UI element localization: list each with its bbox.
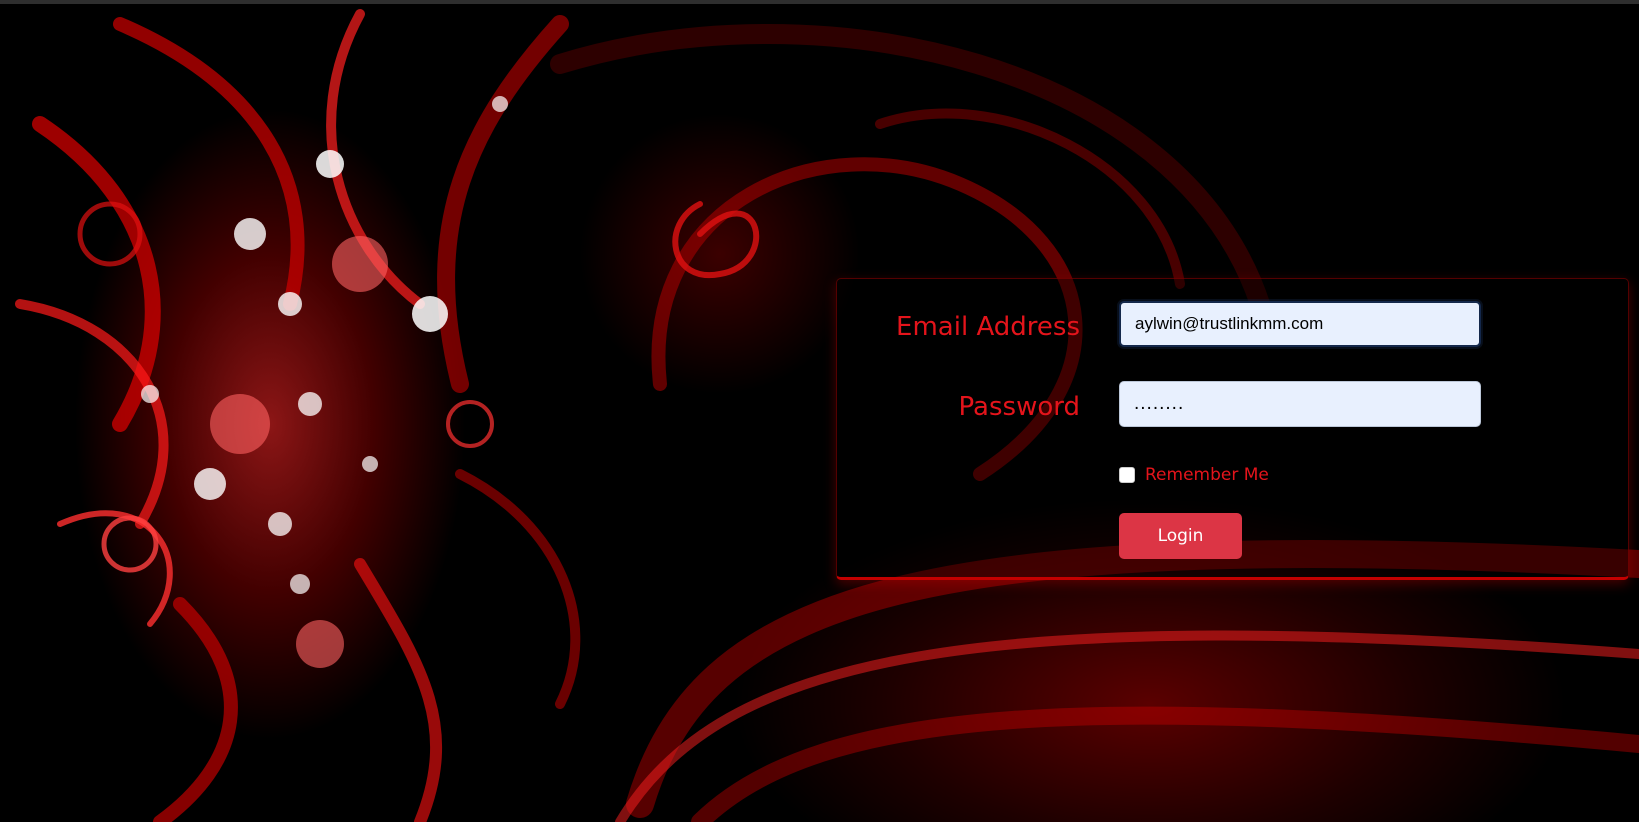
login-button[interactable]: Login: [1119, 513, 1242, 559]
remember-me-label[interactable]: Remember Me: [1145, 465, 1269, 485]
remember-me-checkbox[interactable]: [1119, 467, 1135, 483]
email-field[interactable]: [1119, 301, 1481, 347]
password-field[interactable]: [1119, 381, 1481, 427]
password-label: Password: [958, 392, 1080, 422]
email-label: Email Address: [896, 312, 1080, 342]
login-panel: Email Address Password Remember Me Login: [836, 278, 1629, 580]
remember-me-row[interactable]: Remember Me: [1119, 465, 1269, 485]
